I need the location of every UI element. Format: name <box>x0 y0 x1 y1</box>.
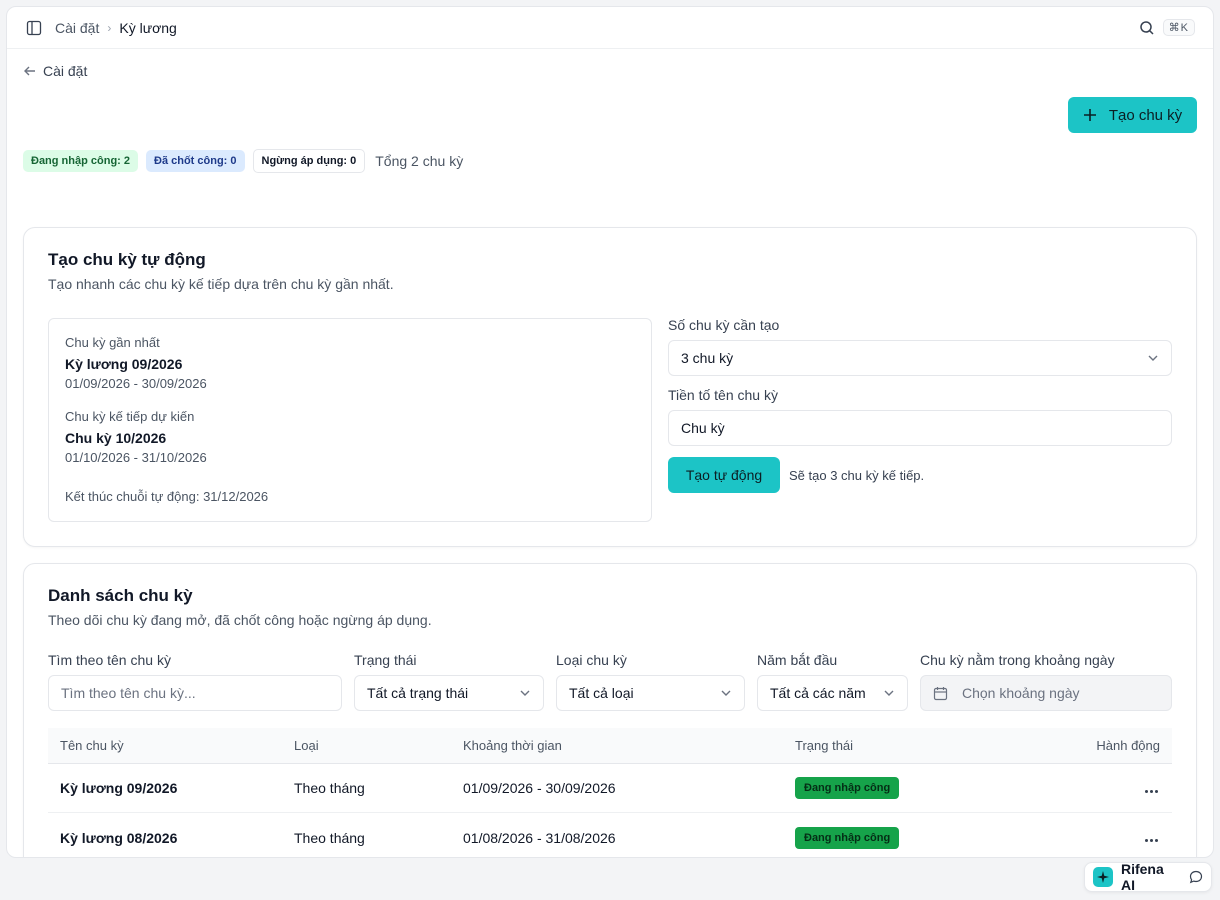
year-filter-select[interactable]: Tất cả các năm <box>757 675 908 711</box>
breadcrumb-parent[interactable]: Cài đặt <box>55 20 99 36</box>
column-header[interactable]: Khoảng thời gian <box>463 738 795 753</box>
count-select[interactable]: 3 chu kỳ <box>668 340 1172 376</box>
auto-create-note: Sẽ tạo 3 chu kỳ kế tiếp. <box>789 468 925 483</box>
app-window: Cài đặt › Kỳ lương ⌘K Cài đặt Tạo chu kỳ… <box>6 6 1214 858</box>
count-label: Số chu kỳ cần tạo <box>668 317 780 333</box>
list-card-subtitle: Theo dõi chu kỳ đang mở, đã chốt công ho… <box>48 612 432 628</box>
auto-card-subtitle: Tạo nhanh các chu kỳ kế tiếp dựa trên ch… <box>48 276 394 292</box>
next-cycle-range: 01/10/2026 - 31/10/2026 <box>65 450 207 465</box>
cycle-name[interactable]: Kỳ lương 09/2026 <box>48 780 294 796</box>
breadcrumb-current: Kỳ lương <box>119 19 177 36</box>
status-filter-value: Tất cả trạng thái <box>367 685 469 701</box>
list-card-title: Danh sách chu kỳ <box>48 586 193 605</box>
prefix-input[interactable]: Chu kỳ <box>668 410 1172 446</box>
cycle-range: 01/08/2026 - 31/08/2026 <box>463 829 616 846</box>
date-range-picker[interactable]: Chọn khoảng ngày <box>920 675 1172 711</box>
year-filter-label: Năm bắt đầu <box>757 652 838 668</box>
create-cycle-label: Tạo chu kỳ <box>1108 106 1183 124</box>
prefix-label: Tiền tố tên chu kỳ <box>668 387 778 403</box>
sidebar-toggle-icon[interactable] <box>25 19 43 37</box>
badge-locked: Đã chốt công: 0 <box>146 150 245 172</box>
latest-cycle-label: Chu kỳ gần nhất <box>65 335 160 350</box>
cycle-table: Tên chu kỳ Loại Khoảng thời gian Trạng t… <box>48 728 1172 857</box>
sparkle-icon <box>1093 867 1113 887</box>
date-range-placeholder: Chọn khoảng ngày <box>962 685 1080 701</box>
plus-icon <box>1083 108 1097 122</box>
next-cycle-label: Chu kỳ kế tiếp dự kiến <box>65 409 195 424</box>
next-cycle-name: Chu kỳ 10/2026 <box>65 430 167 446</box>
ai-assistant-label: Rifena AI <box>1120 861 1164 893</box>
table-header: Tên chu kỳ Loại Khoảng thời gian Trạng t… <box>48 728 1172 764</box>
status-filter-label: Trạng thái <box>354 652 417 668</box>
chat-bubble-icon <box>1189 870 1203 884</box>
breadcrumb: Cài đặt › Kỳ lương <box>55 20 177 36</box>
latest-cycle-range: 01/09/2026 - 30/09/2026 <box>65 376 207 391</box>
status-summary: Đang nhập công: 2 Đã chốt công: 0 Ngừng … <box>23 149 463 173</box>
column-header[interactable]: Loại <box>294 738 463 753</box>
status-badge: Đang nhập công <box>795 826 900 849</box>
top-bar: Cài đặt › Kỳ lương ⌘K <box>7 7 1213 49</box>
chain-end: Kết thúc chuỗi tự động: 31/12/2026 <box>65 489 269 504</box>
search-label: Tìm theo tên chu kỳ <box>48 652 171 668</box>
arrow-left-icon <box>23 64 37 78</box>
badge-entering: Đang nhập công: 2 <box>23 150 138 172</box>
auto-create-card: Tạo chu kỳ tự động Tạo nhanh các chu kỳ … <box>23 227 1197 547</box>
status-badge: Đang nhập công <box>795 777 900 799</box>
cycle-type: Theo tháng <box>294 780 365 796</box>
cycle-range: 01/09/2026 - 30/09/2026 <box>463 780 616 796</box>
calendar-icon <box>933 686 948 701</box>
type-filter-label: Loại chu kỳ <box>556 652 627 668</box>
more-actions-icon[interactable] <box>1143 835 1160 846</box>
cycle-list-card: Danh sách chu kỳ Theo dõi chu kỳ đang mở… <box>23 563 1197 857</box>
total-count: Tổng 2 chu kỳ <box>375 153 464 169</box>
type-filter-select[interactable]: Tất cả loại <box>556 675 745 711</box>
auto-create-button[interactable]: Tạo tự động <box>668 457 780 493</box>
back-link[interactable]: Cài đặt <box>23 63 87 79</box>
column-header[interactable]: Tên chu kỳ <box>48 738 294 753</box>
column-header[interactable]: Trạng thái <box>795 738 1035 753</box>
chevron-right-icon: › <box>107 20 112 35</box>
shortcut-hint: ⌘K <box>1162 19 1195 36</box>
count-value: 3 chu kỳ <box>681 350 734 366</box>
year-filter-value: Tất cả các năm <box>770 685 866 701</box>
table-row[interactable]: Kỳ lương 08/2026 Theo tháng 01/08/2026 -… <box>48 813 1172 857</box>
chevron-down-icon <box>720 687 732 699</box>
date-range-label: Chu kỳ nằm trong khoảng ngày <box>920 652 1115 668</box>
auto-card-title: Tạo chu kỳ tự động <box>48 250 206 269</box>
badge-stopped: Ngừng áp dụng: 0 <box>252 149 366 173</box>
latest-cycle-name: Kỳ lương 09/2026 <box>65 356 183 372</box>
chevron-down-icon <box>883 687 895 699</box>
cycle-type: Theo tháng <box>294 829 365 846</box>
type-filter-value: Tất cả loại <box>569 685 634 701</box>
more-actions-icon[interactable] <box>1143 786 1160 797</box>
chevron-down-icon <box>1147 352 1159 364</box>
column-header: Hành động <box>1096 738 1160 753</box>
back-label: Cài đặt <box>43 63 88 79</box>
chevron-down-icon <box>519 687 531 699</box>
search-icon[interactable] <box>1139 20 1155 36</box>
table-row[interactable]: Kỳ lương 09/2026 Theo tháng 01/09/2026 -… <box>48 764 1172 813</box>
cycle-name[interactable]: Kỳ lương 08/2026 <box>48 830 294 846</box>
create-cycle-button[interactable]: Tạo chu kỳ <box>1068 97 1197 133</box>
cycle-preview-box: Chu kỳ gần nhất Kỳ lương 09/2026 01/09/2… <box>48 318 652 522</box>
search-input[interactable]: Tìm theo tên chu kỳ... <box>48 675 342 711</box>
status-filter-select[interactable]: Tất cả trạng thái <box>354 675 544 711</box>
ai-assistant-button[interactable]: Rifena AI <box>1084 861 1212 893</box>
